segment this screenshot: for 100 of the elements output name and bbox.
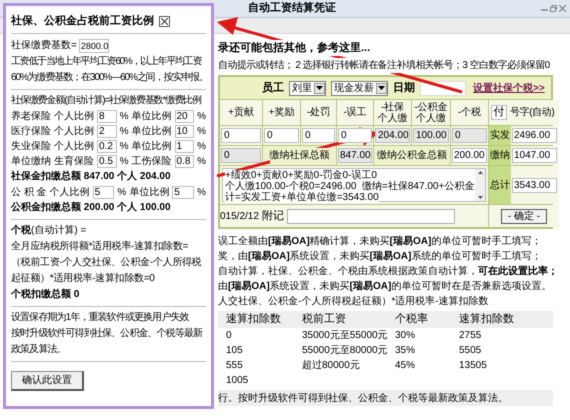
table-cell-text: 1005 [225, 374, 250, 388]
note-text: 由[瑞易OA]系统设置，未购买[瑞易OA]的单位可暂时在是否兼薪选项设置。 [218, 280, 552, 294]
rate-field[interactable]: 5 [92, 186, 114, 199]
field-label: 缴纳社保总额 [270, 148, 330, 163]
note-text: 工资低于当地上年平均工资60%，以上年平均工资 [11, 54, 203, 69]
dropdown[interactable]: 刘里 [289, 80, 326, 96]
unit-text: % [197, 186, 206, 200]
field-label: 缴纳公积金总额 [374, 146, 450, 165]
table-cell-text: 0 [225, 329, 233, 343]
formula-text: 全月应纳税所得额*适用税率-速算扣除数= [11, 240, 190, 254]
rate-field[interactable]: 0.5 [97, 155, 117, 168]
formula-text: （税前工资-个人交社保、公积金-个人所得税起征额）*适用税率-速算扣除数=0 [11, 256, 202, 286]
note-text: 按时升级软件可得到社保、公积金、个税等最新政策及算法。 [11, 326, 204, 357]
amount-field[interactable]: 0 [452, 128, 487, 143]
unit-text: % [197, 110, 206, 124]
unit-text: % [120, 140, 128, 154]
amount-field[interactable]: 0 [338, 128, 372, 143]
table-cell-text: 35000元至55000元 [301, 329, 389, 343]
field-label: 缴纳 [489, 146, 511, 165]
window-title: 自动工资结算凭证 [248, 0, 336, 16]
unit-text: % [120, 155, 128, 169]
note-text: 自动计算，社保、公积金、个税由系统根据政策自动计算，可在此设置比率； [218, 264, 559, 279]
field-label: 个人比例 [54, 110, 94, 124]
field-label: 实发 [489, 126, 511, 145]
rate-field[interactable]: 8 [97, 110, 117, 123]
table-cell-text: 55000元至80000元 [301, 344, 389, 358]
field-label: 附记 [262, 208, 284, 224]
table-cell-text: 105 [225, 344, 244, 358]
scroll-up-icon[interactable] [478, 171, 482, 174]
field-label: 单位比例 [129, 186, 170, 200]
value-field[interactable]: 847.00 [338, 148, 372, 163]
column-header: +奖励 [268, 107, 296, 118]
unit-text: % [197, 155, 206, 169]
rate-field[interactable]: 1 [174, 140, 194, 153]
unit-text: % [197, 125, 206, 139]
rate-field[interactable]: 2 [97, 125, 117, 138]
total-text: 公积金扣缴总额 200.00 个人 100.00 [11, 200, 172, 215]
table-cell-text: 35% [394, 344, 416, 358]
column-header: -公积金个人缴 [413, 102, 449, 124]
value-field[interactable]: 3543.00 [512, 178, 557, 192]
panel-title: 社保、公积金占税前工资比例 [11, 14, 154, 29]
field-label: 失业保险 [11, 140, 51, 154]
field-label: 医疗保险 [11, 124, 51, 139]
restore-icon[interactable] [550, 5, 557, 12]
column-header: -误工 [342, 107, 368, 118]
table-cell-text: 超过80000元 [301, 358, 361, 373]
table-cell-text: 555 [225, 359, 244, 373]
column-header: 速算扣除数 [457, 311, 553, 328]
rate-field[interactable]: 0.2 [97, 140, 117, 153]
field-label: 工伤保险 [132, 155, 172, 169]
settings-link[interactable]: 设置社保个税>> [473, 80, 545, 96]
table-cell-text: 45% [394, 359, 416, 373]
value-field[interactable]: 0 [221, 148, 261, 163]
field-label: 个人比例 [50, 186, 90, 200]
intro-text: 录还可能包括其他，参考这里... [218, 40, 370, 56]
table-cell-text: 13505 [458, 359, 488, 373]
dropdown[interactable]: 现金发薪 [331, 80, 388, 96]
value-field[interactable]: 200.00 [452, 148, 487, 163]
scrollbar[interactable] [475, 169, 485, 201]
value-field[interactable]: 1047.00 [512, 148, 557, 163]
rate-field[interactable]: 10 [174, 125, 194, 138]
footer-text: 行。按时升级软件可得到社保、公积金、个税等最新政策及算法。 [218, 390, 553, 406]
field-label: 员工 [262, 80, 284, 96]
formula-text: 社保缴费金额(自动计算)=社保缴费基数*缴费比例 [11, 94, 202, 108]
amount-field[interactable]: 204.00 [375, 128, 410, 143]
rate-field[interactable]: 5 [172, 186, 194, 199]
column-header: -个税 [456, 107, 482, 118]
voucher-field[interactable]: 付 [491, 105, 507, 120]
column-header: 速算扣除数 [218, 311, 300, 328]
note-text: 人交社保、公积金-个人所得税起征额）*适用税率-速算扣除数 [218, 294, 490, 309]
unit-text: % [120, 110, 128, 124]
unit-text: % [120, 125, 128, 139]
close-icon[interactable] [159, 16, 170, 26]
calculation-textarea[interactable]: +绩效0+贡献0+奖励0-罚金0-误工0 个人缴100.00-个税0=2496.00 缴纳=社保847.00+公积金 计=实发工资+单位单位缴=3543.00 [222, 168, 486, 202]
note-text: 误工全额由[瑞易OA]精确计算，未购买[瑞易OA]的单位可暂时手工填写； [218, 234, 542, 249]
amount-field[interactable]: 100.00 [413, 128, 449, 143]
field-label: 公 积 金 [11, 186, 47, 200]
value-field[interactable]: 2496.00 [512, 128, 557, 143]
column-header: -社保个人缴 [376, 102, 408, 124]
note-text: 奖，由[瑞易OA]系统设置，未购买[瑞易OA]系统的单位可暂时手工填写； [218, 250, 542, 264]
field-label: 个人比例 [54, 124, 94, 139]
amount-field[interactable]: 0 [221, 128, 261, 143]
amount-field[interactable]: 0 [302, 128, 335, 143]
remark-field[interactable] [286, 208, 455, 224]
tax-heading: 个税(自动计算) = [11, 224, 88, 238]
rate-field[interactable]: 20 [174, 110, 194, 123]
confirm-button[interactable]: - 确定 - [500, 208, 548, 224]
column-header: +贡献 [227, 107, 255, 118]
field-label: 生育保险 [54, 154, 94, 169]
field-label: 总计 [489, 166, 511, 204]
amount-field[interactable]: 0 [264, 128, 299, 143]
total-text: 个税扣缴总额 0 [11, 287, 80, 302]
scroll-down-icon[interactable] [478, 196, 482, 199]
rate-field[interactable]: 0.8 [174, 155, 194, 168]
field-label: 养老保险 [11, 110, 51, 124]
unit-text: % [197, 140, 206, 154]
confirm-settings-button[interactable]: 确认此设置 [11, 371, 84, 391]
field-label: 单位比例 [132, 124, 172, 139]
field-label: 个人比例 [54, 140, 94, 154]
base-field[interactable]: 2800.0 [78, 38, 109, 52]
